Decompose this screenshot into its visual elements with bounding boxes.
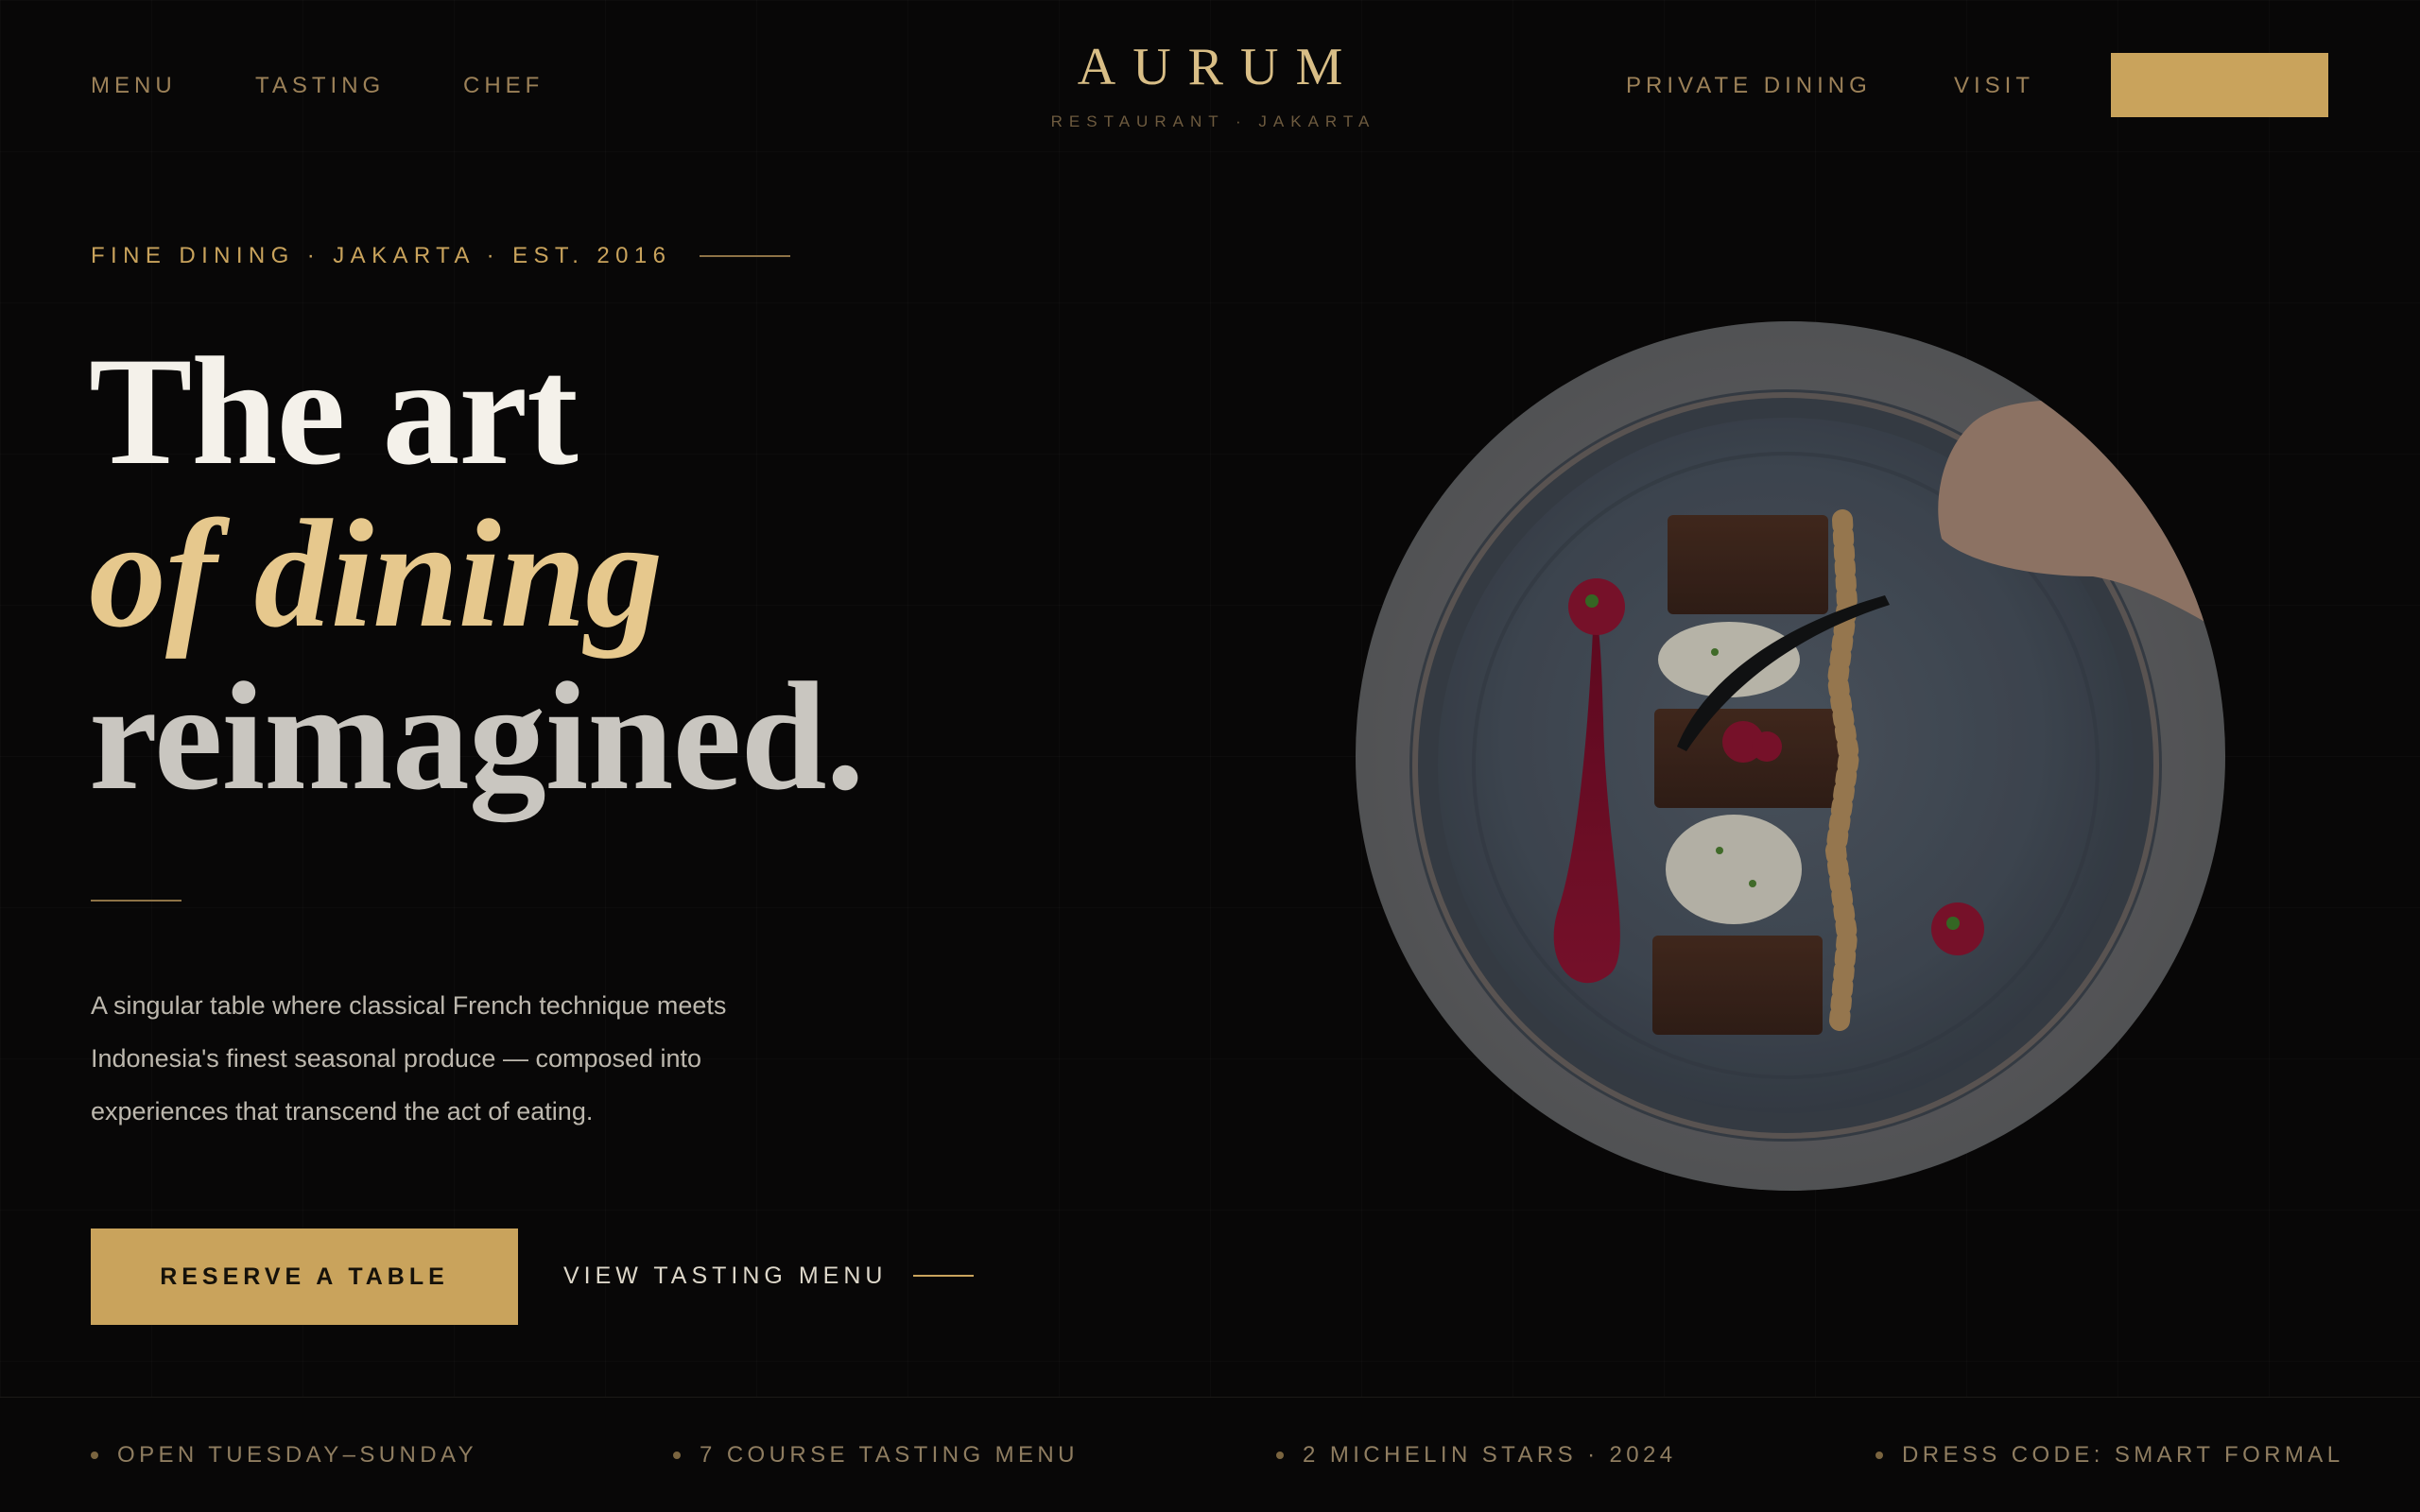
landing-page: MENU TASTING CHEF AURUM RESTAURANT · JAK… xyxy=(0,0,2420,1512)
hero-description: A singular table where classical French … xyxy=(91,979,828,1138)
headline-line-1: The art xyxy=(89,326,579,497)
reserve-table-button[interactable]: RESERVE A TABLE xyxy=(91,1228,518,1325)
nav-link-private-dining[interactable]: PRIVATE DINING xyxy=(1626,70,1872,102)
dot-icon xyxy=(673,1452,681,1459)
hero-dish-image xyxy=(1356,321,2225,1191)
eyebrow-text: FINE DINING · JAKARTA · EST. 2016 xyxy=(91,243,672,268)
headline-line-2: of dining xyxy=(89,489,663,660)
nav-link-chef[interactable]: CHEF xyxy=(463,70,544,102)
view-tasting-menu-label: VIEW TASTING MENU xyxy=(563,1262,888,1289)
arrow-line-icon xyxy=(913,1275,975,1277)
info-text-dress-code: DRESS CODE: SMART FORMAL xyxy=(1902,1442,2344,1468)
headline-line-3: reimagined. xyxy=(89,651,865,822)
eyebrow-divider xyxy=(700,255,791,257)
lead-line-3: experiences that transcend the act of ea… xyxy=(91,1097,594,1125)
info-text-michelin: 2 MICHELIN STARS · 2024 xyxy=(1303,1442,1677,1468)
info-text-tasting: 7 COURSE TASTING MENU xyxy=(700,1442,1079,1468)
brand-name: AURUM xyxy=(1077,38,1360,96)
info-item-hours: OPEN TUESDAY–SUNDAY xyxy=(91,1440,477,1470)
dot-icon xyxy=(1876,1452,1883,1459)
brand-subtitle: RESTAURANT · JAKARTA xyxy=(1050,112,1376,130)
view-tasting-menu-link[interactable]: VIEW TASTING MENU xyxy=(563,1257,975,1295)
lead-line-2: Indonesia's finest seasonal produce — co… xyxy=(91,1044,702,1073)
info-item-michelin: 2 MICHELIN STARS · 2024 xyxy=(1276,1440,1677,1470)
nav-reserve-button[interactable] xyxy=(2111,53,2328,117)
lead-line-1: A singular table where classical French … xyxy=(91,991,727,1020)
plated-dessert-illustration xyxy=(1356,321,2225,1191)
hero-eyebrow: FINE DINING · JAKARTA · EST. 2016 xyxy=(91,242,791,270)
info-item-tasting: 7 COURSE TASTING MENU xyxy=(673,1440,1079,1470)
nav-link-menu[interactable]: MENU xyxy=(91,70,177,102)
hero-headline: The art of dining reimagined. xyxy=(89,326,865,822)
info-item-dress-code: DRESS CODE: SMART FORMAL xyxy=(1876,1440,2343,1470)
nav-link-tasting[interactable]: TASTING xyxy=(255,70,385,102)
dot-icon xyxy=(1276,1452,1284,1459)
nav-link-visit[interactable]: VISIT xyxy=(1954,70,2034,102)
hero-divider xyxy=(91,900,182,902)
brand-logo[interactable]: AURUM RESTAURANT · JAKARTA xyxy=(974,36,1446,132)
dot-icon xyxy=(91,1452,98,1459)
info-text-hours: OPEN TUESDAY–SUNDAY xyxy=(117,1442,478,1468)
